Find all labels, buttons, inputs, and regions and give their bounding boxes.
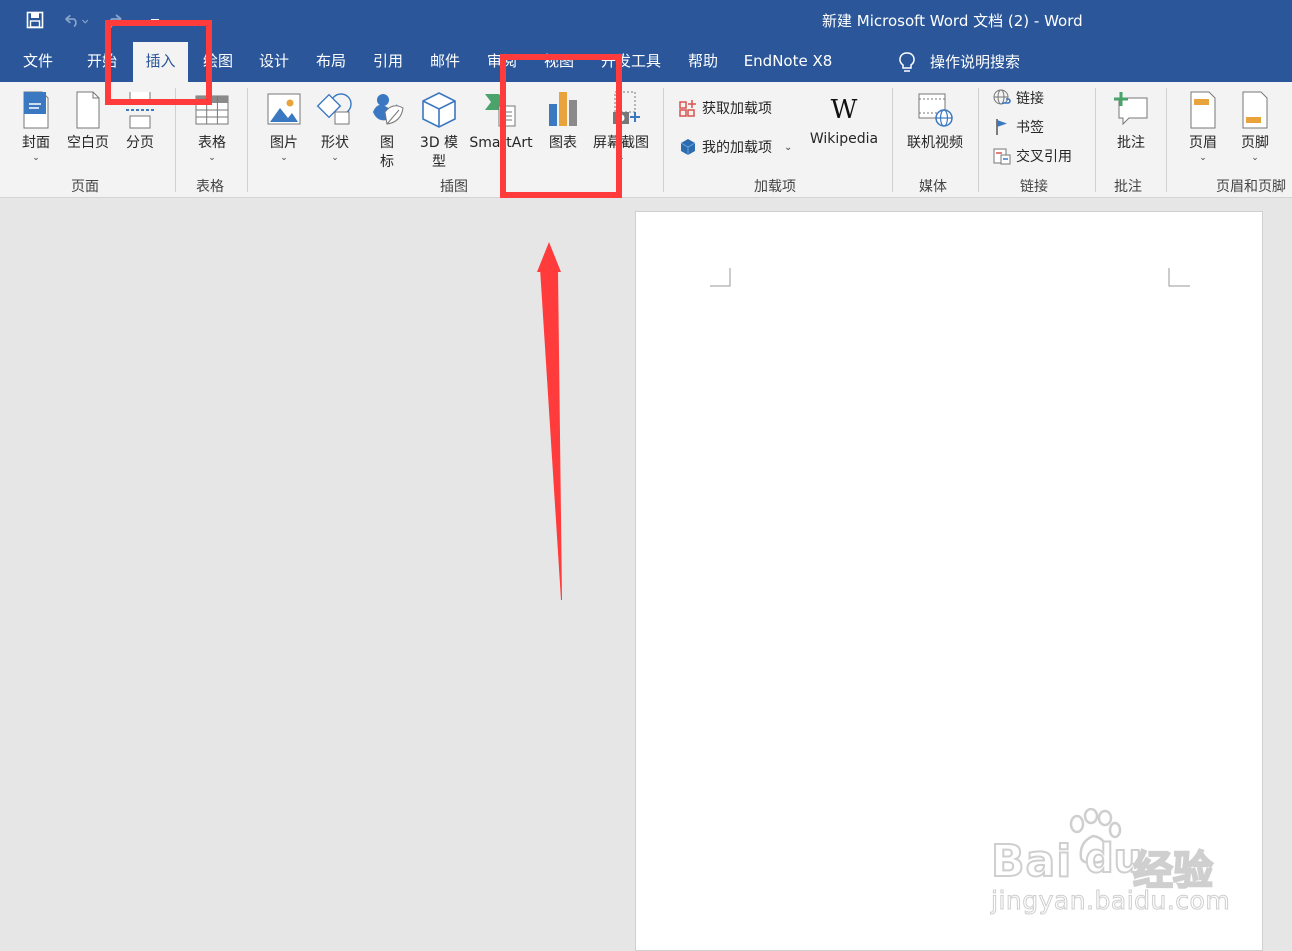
tab-help[interactable]: 帮助 (677, 42, 729, 82)
group-label-header-footer: 页眉和页脚 (1216, 179, 1286, 195)
tab-file[interactable]: 文件 (14, 42, 62, 82)
baidu-jingyan-watermark: Bai du 经验 jingyan.baidu.com (985, 808, 1230, 918)
cover-page-icon (23, 91, 49, 129)
icons-label-2: 标 (380, 154, 394, 170)
blank-page-label: 空白页 (67, 135, 109, 151)
cover-page-button[interactable]: 封面 ⌄ (12, 90, 60, 163)
tell-me-label: 操作说明搜索 (930, 53, 1021, 71)
cross-reference-label: 交叉引用 (1016, 149, 1072, 165)
store-icon (679, 100, 696, 117)
group-label-comments: 批注 (1114, 179, 1142, 195)
group-label-addins: 加载项 (754, 179, 796, 195)
online-video-label: 联机视频 (907, 135, 963, 151)
pictures-label: 图片 (270, 135, 298, 151)
group-separator (247, 88, 248, 192)
3d-cube-icon (422, 92, 456, 128)
comment-label: 批注 (1117, 135, 1145, 151)
link-button[interactable]: 链接 (992, 88, 1044, 108)
lightbulb-icon (896, 50, 918, 74)
header-icon (1190, 91, 1216, 129)
wikipedia-label: Wikipedia (809, 131, 879, 147)
group-label-media: 媒体 (919, 179, 947, 195)
get-addins-label: 获取加载项 (702, 101, 772, 117)
window-title: 新建 Microsoft Word 文档 (2) - Word (822, 12, 1083, 30)
chevron-down-icon: ⌄ (32, 153, 40, 163)
chevron-down-icon: ⌄ (208, 153, 216, 163)
tab-references[interactable]: 引用 (362, 42, 414, 82)
tab-endnote[interactable]: EndNote X8 (738, 42, 838, 82)
tab-design[interactable]: 设计 (248, 42, 300, 82)
group-label-links: 链接 (1020, 179, 1048, 195)
group-label-tables: 表格 (196, 179, 224, 195)
group-label-illustrations: 插图 (440, 179, 468, 195)
header-button[interactable]: 页眉 ⌄ (1180, 90, 1226, 163)
shapes-icon (316, 93, 352, 125)
link-globe-icon (993, 89, 1011, 105)
3d-models-button[interactable]: 3D 模 型 (416, 90, 462, 172)
undo-icon[interactable] (62, 8, 88, 32)
footer-icon (1242, 91, 1268, 129)
page-break-label: 分页 (126, 135, 154, 151)
group-separator (892, 88, 893, 192)
picture-icon (267, 93, 301, 125)
bookmark-button[interactable]: 书签 (992, 117, 1044, 137)
cross-reference-icon (993, 148, 1011, 165)
my-addins-label: 我的加载项 (702, 140, 772, 156)
footer-button[interactable]: 页脚 ⌄ (1232, 90, 1278, 163)
online-video-button[interactable]: 联机视频 (902, 90, 968, 153)
shapes-label: 形状 (321, 135, 349, 151)
highlight-box-insert-tab (105, 20, 212, 105)
chevron-down-icon: ⌄ (1251, 153, 1259, 163)
icons-button[interactable]: 图 标 (366, 90, 408, 172)
chevron-down-icon: ⌄ (331, 153, 339, 163)
save-icon[interactable] (22, 8, 48, 32)
chevron-down-icon: ⌄ (280, 153, 288, 163)
group-separator (663, 88, 664, 192)
bookmark-label: 书签 (1016, 120, 1044, 136)
online-video-icon (918, 93, 953, 127)
group-label-pages: 页面 (71, 179, 99, 195)
addin-cube-icon (680, 139, 696, 155)
table-label: 表格 (198, 135, 226, 151)
header-label: 页眉 (1189, 135, 1217, 151)
footer-label: 页脚 (1241, 135, 1269, 151)
get-addins-button[interactable]: 获取加载项 (678, 98, 772, 118)
chevron-down-icon: ⌄ (784, 141, 793, 153)
comment-icon (1114, 92, 1148, 126)
blank-page-icon (76, 91, 100, 129)
highlight-box-chart-button (500, 54, 622, 198)
pictures-button[interactable]: 图片 ⌄ (262, 90, 306, 163)
tab-mailings[interactable]: 邮件 (419, 42, 471, 82)
wikipedia-button[interactable]: W Wikipedia (806, 90, 882, 149)
margin-corner-top-right (1168, 268, 1190, 287)
watermark-url: jingyan.baidu.com (990, 886, 1231, 916)
3d-models-label-2: 型 (432, 154, 446, 170)
bookmark-flag-icon (996, 119, 1007, 135)
tell-me-search[interactable]: 操作说明搜索 (896, 42, 1036, 82)
group-separator (978, 88, 979, 192)
new-comment-button[interactable]: 批注 (1106, 90, 1156, 153)
chevron-down-icon: ⌄ (1199, 153, 1207, 163)
cover-page-label: 封面 (22, 135, 50, 151)
icons-icon (373, 94, 404, 125)
cross-reference-button[interactable]: 交叉引用 (992, 146, 1072, 166)
tab-layout[interactable]: 布局 (305, 42, 357, 82)
3d-models-label-1: 3D 模 (419, 135, 459, 151)
group-separator (1095, 88, 1096, 192)
link-label: 链接 (1016, 91, 1044, 107)
wikipedia-icon: W (830, 95, 858, 125)
shapes-button[interactable]: 形状 ⌄ (312, 90, 358, 163)
my-addins-button[interactable]: 我的加载项 ⌄ (678, 137, 792, 157)
watermark-brand: Bai (990, 835, 1073, 888)
icons-label-1: 图 (380, 135, 394, 151)
margin-corner-top-left (710, 268, 731, 287)
group-separator (1166, 88, 1167, 192)
